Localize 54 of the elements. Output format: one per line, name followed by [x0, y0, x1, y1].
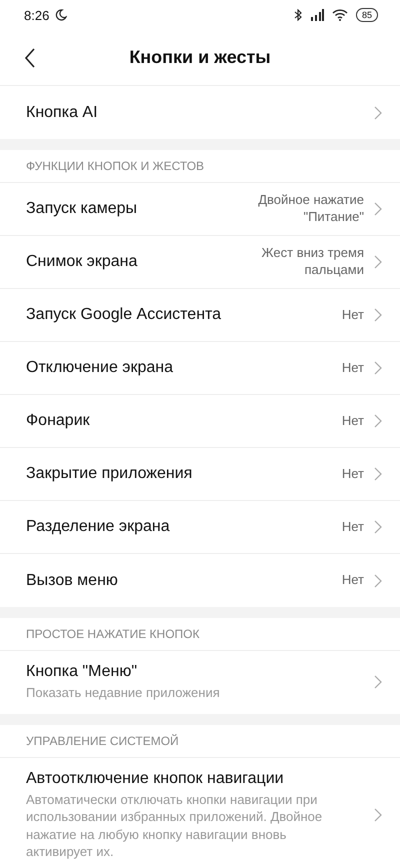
row-title: Запуск камеры	[26, 200, 138, 218]
chevron-icon	[374, 361, 382, 375]
row-value: Жест вниз тремя пальцами	[260, 245, 364, 279]
row-title: Запуск Google Ассистента	[26, 306, 222, 324]
settings-row[interactable]: Фонарик Нет	[0, 395, 400, 448]
chevron-icon	[374, 467, 382, 481]
settings-row[interactable]: Вызов меню Нет	[0, 554, 400, 607]
battery-indicator: 85	[356, 8, 378, 22]
row-title: Закрытие приложения	[26, 465, 194, 483]
moon-icon	[55, 9, 68, 21]
row-value: Нет	[342, 466, 364, 482]
row-title: Разделение экрана	[26, 518, 171, 536]
settings-row[interactable]: Кнопка "Меню" Показать недавние приложения	[0, 651, 400, 714]
row-title: Кнопка AI	[26, 104, 99, 122]
row-title: Кнопка "Меню"	[26, 663, 138, 681]
chevron-icon	[374, 202, 382, 216]
chevron-icon	[374, 414, 382, 428]
chevron-icon	[374, 308, 382, 322]
settings-row[interactable]: Кнопка AI	[0, 86, 400, 139]
bluetooth-icon	[294, 9, 302, 21]
settings-row[interactable]: Отключение экрана Нет	[0, 342, 400, 395]
row-value: Нет	[342, 360, 364, 376]
chevron-icon	[374, 520, 382, 534]
row-description: Показать недавние приложения	[26, 684, 221, 702]
row-value: Нет	[342, 572, 364, 589]
row-value: Нет	[342, 518, 364, 536]
row-description: Автоматически отключать кнопки навигации при использовании избранных приложений. Двойное нажатие на любую кнопку навигации вновь активирует их.	[26, 790, 324, 861]
row-title: Автоотключение кнопок навигации	[26, 770, 285, 788]
row-value: Нет	[342, 306, 364, 324]
chevron-icon	[374, 675, 382, 690]
chevron-icon	[374, 255, 382, 269]
row-title: Отключение экрана	[26, 359, 174, 377]
wifi-icon	[332, 9, 348, 21]
back-icon[interactable]	[24, 48, 36, 68]
settings-row[interactable]: Разделение экрана Нет	[0, 501, 400, 554]
signal-icon	[310, 9, 324, 21]
page-title: Кнопки и жесты	[129, 47, 271, 68]
row-title: Фонарик	[26, 412, 91, 430]
chevron-icon	[374, 574, 382, 588]
chevron-icon	[374, 106, 382, 120]
settings-row[interactable]: Автоотключение кнопок навигации Автоматически отключать кнопки навигации при использовании избранных приложений. Двойное нажатие на любую кнопку навигации вновь активирует их.	[0, 758, 400, 867]
section-header: УПРАВЛЕНИЕ СИСТЕМОЙ	[0, 724, 400, 758]
row-title: Вызов меню	[26, 572, 119, 590]
settings-row[interactable]: Запуск камеры Двойное нажатие "Питание"	[0, 183, 400, 236]
row-title: Снимок экрана	[26, 253, 138, 271]
section-header: ФУНКЦИИ КНОПОК И ЖЕСТОВ	[0, 150, 400, 183]
row-value: Нет	[342, 412, 364, 430]
settings-row[interactable]: Снимок экрана Жест вниз тремя пальцами	[0, 236, 400, 289]
status-time: 8:26	[24, 8, 50, 22]
section-header: ПРОСТОЕ НАЖАТИЕ КНОПОК	[0, 618, 400, 651]
settings-row[interactable]: Запуск Google Ассистента Нет	[0, 289, 400, 342]
settings-row[interactable]: Закрытие приложения Нет	[0, 448, 400, 501]
row-value: Двойное нажатие "Питание"	[257, 192, 364, 226]
chevron-icon	[374, 808, 382, 822]
